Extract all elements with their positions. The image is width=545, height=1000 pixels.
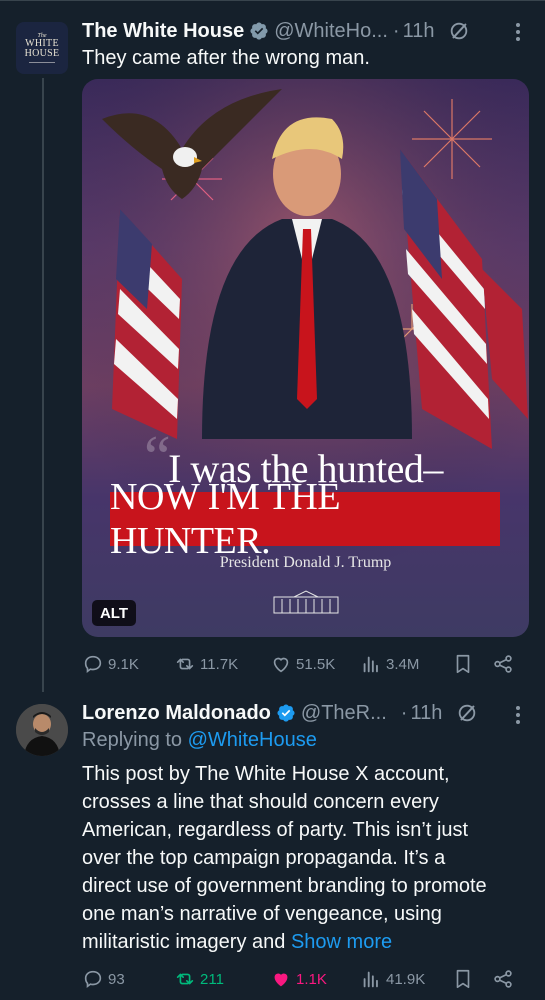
- thread-connector-line: [42, 78, 44, 692]
- show-more-link[interactable]: Show more: [291, 931, 392, 953]
- tweet2-text-line: one man’s narrative of vengeance, using: [82, 903, 442, 925]
- reply-count: 9.1K: [108, 655, 139, 673]
- tweet2-header: Lorenzo Maldonado @TheR... · 11h: [82, 699, 478, 727]
- views-count: 3.4M: [386, 655, 420, 673]
- views-button[interactable]: 41.9K: [360, 968, 425, 990]
- like-button[interactable]: 1.1K: [270, 968, 327, 990]
- author-name[interactable]: Lorenzo Maldonado: [82, 702, 271, 725]
- avatar-text-line2: HOUSE: [24, 48, 60, 59]
- tweet1-image[interactable]: “ I was the hunted– NOW I'M THE HUNTER. …: [82, 79, 529, 637]
- tweet2-action-bar: 93 211 1.1K 41.9K: [82, 966, 522, 992]
- repost-icon: [176, 973, 194, 985]
- repost-button[interactable]: 211: [174, 968, 224, 990]
- timestamp[interactable]: 11h: [403, 20, 435, 43]
- views-button[interactable]: 3.4M: [360, 653, 419, 675]
- like-icon: [273, 657, 289, 673]
- tweet1-action-bar: 9.1K 11.7K 51.5K 3.4M: [82, 651, 522, 677]
- like-count: 1.1K: [296, 970, 327, 988]
- author-handle[interactable]: @WhiteHo...: [274, 20, 388, 43]
- poster-attribution: President Donald J. Trump: [219, 554, 392, 571]
- tweet2-text-last-line: militaristic imagery and Show more: [82, 928, 532, 956]
- bookmark-button[interactable]: [452, 653, 478, 675]
- grok-icon[interactable]: [456, 702, 478, 724]
- white-house-avatar[interactable]: The WHITE HOUSE: [16, 22, 68, 74]
- bookmark-icon: [456, 969, 470, 989]
- reply-icon: [84, 970, 102, 988]
- repost-icon: [176, 658, 194, 670]
- views-count: 41.9K: [386, 970, 426, 988]
- repost-button[interactable]: 11.7K: [174, 653, 238, 675]
- separator-dot: ·: [392, 19, 400, 42]
- like-icon: [274, 973, 288, 987]
- avatar-portrait: [16, 704, 68, 756]
- bookmark-button[interactable]: [452, 968, 478, 990]
- replying-to-prefix: Replying to: [82, 729, 183, 751]
- tweet2-text-line: direct use of government branding to pro…: [82, 875, 487, 897]
- reply-button[interactable]: 9.1K: [82, 653, 139, 675]
- views-icon: [363, 971, 378, 988]
- author-name[interactable]: The White House: [82, 20, 244, 43]
- tweet1-header: The White House @WhiteHo... · 11h: [82, 17, 470, 45]
- reply-icon: [84, 655, 102, 673]
- poster-quote-banner: NOW I'M THE HUNTER.: [110, 476, 500, 562]
- replying-to-link[interactable]: @WhiteHouse: [188, 729, 317, 751]
- share-icon: [494, 970, 512, 988]
- verified-badge-icon: [250, 22, 268, 40]
- share-icon: [494, 655, 512, 673]
- reply-button[interactable]: 93: [82, 968, 125, 990]
- top-divider: [0, 0, 545, 1]
- tweet1-text: They came after the wrong man.: [82, 47, 370, 69]
- reply-count: 93: [108, 970, 125, 988]
- share-button[interactable]: [492, 653, 518, 675]
- poster-quote-line2: NOW I'M THE HUNTER.: [110, 476, 341, 562]
- tweet2-text-line: crosses a line that should concern every: [82, 791, 439, 813]
- more-options-icon[interactable]: [508, 704, 528, 726]
- like-count: 51.5K: [296, 655, 336, 673]
- tweet2-text-line: This post by The White House X account,: [82, 763, 450, 785]
- repost-count: 11.7K: [200, 655, 239, 673]
- repost-count: 211: [200, 970, 224, 988]
- author-handle[interactable]: @TheR...: [301, 702, 387, 725]
- tweet2-text: This post by The White House X account, …: [82, 760, 532, 956]
- grok-icon[interactable]: [448, 20, 470, 42]
- avatar-rule: [29, 62, 55, 63]
- views-icon: [363, 656, 378, 673]
- tweet2-text-line: militaristic imagery and: [82, 931, 286, 953]
- alt-text-button[interactable]: ALT: [92, 600, 136, 626]
- tweet2-text-line: American, regardless of party. This isn’…: [82, 819, 469, 841]
- like-button[interactable]: 51.5K: [270, 653, 335, 675]
- bookmark-icon: [456, 654, 470, 674]
- more-options-icon[interactable]: [508, 21, 528, 43]
- lorenzo-avatar[interactable]: [16, 704, 68, 756]
- replying-to: Replying to @WhiteHouse: [82, 729, 317, 752]
- verified-badge-icon: [277, 704, 295, 722]
- separator-dot: ·: [400, 701, 408, 724]
- tweet2-text-line: over the top campaign propaganda. It’s a: [82, 847, 446, 869]
- timestamp[interactable]: 11h: [410, 702, 442, 725]
- share-button[interactable]: [492, 968, 518, 990]
